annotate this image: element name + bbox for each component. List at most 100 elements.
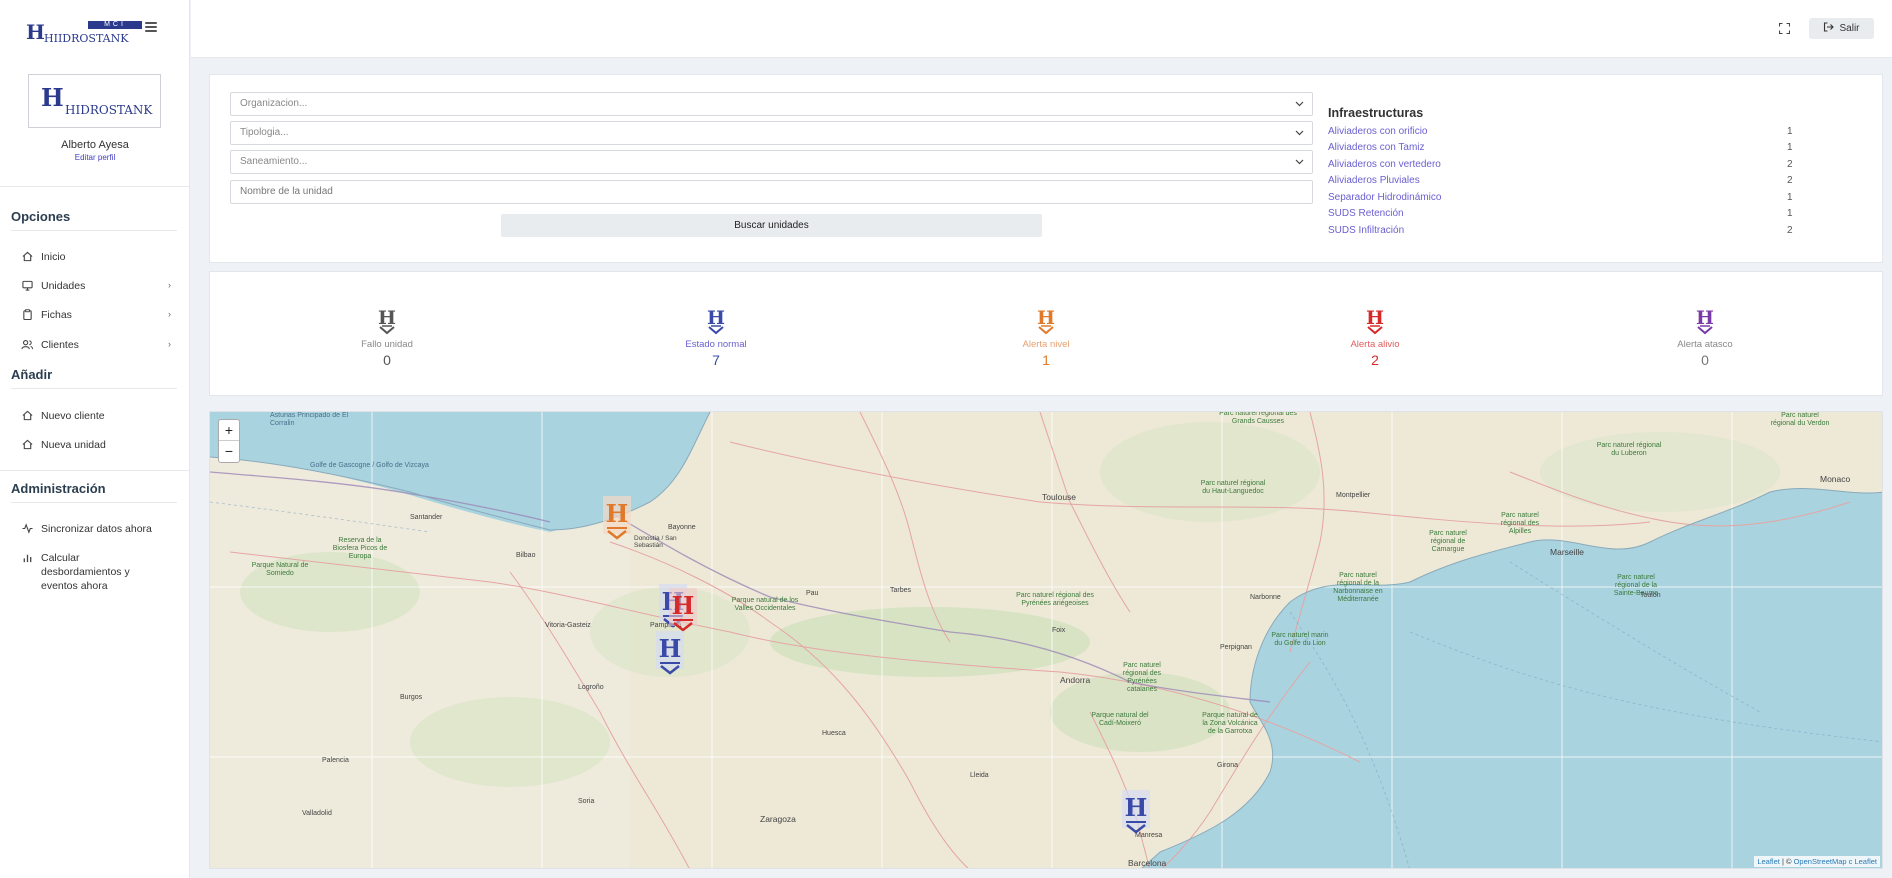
infra-link[interactable]: Aliviaderos con orificio [1328,126,1428,137]
map-label: Pau [806,590,819,597]
map-label: Marseille [1550,547,1585,557]
map-label: Parc naturel régional des Grands Causses [1219,411,1297,425]
infra-link[interactable]: Aliviaderos Pluviales [1328,175,1420,186]
infra-link[interactable]: SUDS Retención [1328,208,1404,219]
infra-link[interactable]: SUDS Infiltración [1328,225,1404,236]
map-label: Donostia / San Sebastián [634,535,677,549]
map-label: Vitoria-Gasteiz [545,622,591,629]
map-label: Reserva de la Biosfera Picos de Europa [332,537,388,560]
status-alerta-alivio[interactable]: H Alerta alivio 2 [1305,305,1445,368]
edit-profile-link[interactable]: Editar perfil [0,153,190,162]
map-marker-estado-normal[interactable]: H [1121,790,1151,836]
fullscreen-icon[interactable] [1778,22,1791,35]
infra-count: 1 [1787,208,1793,219]
logout-button[interactable]: Salir [1809,18,1874,39]
status-label: Alerta nivel [1022,339,1070,350]
map-label: Tarbes [890,587,912,594]
map-label: Parc naturel régional du Haut-Languedoc [1200,480,1266,495]
map-label: Soria [578,798,595,805]
infra-link[interactable]: Aliviaderos con Tamiz [1328,142,1425,153]
map-label: Burgos [400,694,423,701]
sidebar-item-label: Sincronizar datos ahora [41,523,152,535]
infra-row: Separador Hidrodinámico 1 [1328,192,1794,206]
divider [0,470,190,471]
map-label: Parc naturel régional de la Sainte-Baume [1613,574,1659,597]
home-icon [21,438,33,450]
monitor-icon [21,279,33,291]
leaflet-link[interactable]: Leaflet [1757,857,1780,866]
map-label: Santander [410,514,443,521]
sidebar-item-label: Unidades [41,280,86,292]
infra-link[interactable]: Aliviaderos con vertedero [1328,159,1441,170]
map-label: Monaco [1820,474,1851,484]
status-marker-icon: H [1035,305,1057,337]
profile-logo-mark: H [41,83,64,112]
infra-count: 2 [1787,175,1793,186]
map-label: Zaragoza [760,814,796,824]
infra-row: SUDS Infiltración 2 [1328,225,1794,239]
zoom-out-button[interactable]: − [219,441,239,462]
divider [11,502,177,503]
map-marker-estado-normal[interactable]: H [655,631,685,677]
infra-count: 2 [1787,225,1793,236]
sidebar-item-fichas[interactable]: Fichas › [21,308,171,326]
map-marker-alerta-nivel[interactable]: H [602,496,632,542]
status-estado-normal[interactable]: H Estado normal 7 [646,305,786,368]
zoom-in-button[interactable]: + [219,420,239,441]
saneamiento-select[interactable]: Saneamiento... [230,150,1313,174]
brand-logo-text: HIIDROSTANK [44,32,129,45]
map-label: Foix [1052,627,1066,634]
menu-toggle-icon[interactable] [145,22,157,32]
organizacion-select[interactable]: Organizacion... [230,92,1313,116]
sidebar-item-nueva-unidad[interactable]: Nueva unidad [21,438,171,456]
attribution-separator: | © [1779,857,1794,866]
organizacion-select-placeholder: Organizacion... [240,98,308,109]
tipologia-select[interactable]: Tipologia... [230,121,1313,145]
sidebar: H MCI HIIDROSTANK H HIDROSTANK Alberto A… [0,0,190,878]
infra-link[interactable]: Separador Hidrodinámico [1328,192,1441,203]
map-label: Perpignan [1220,644,1252,651]
status-alerta-atasco[interactable]: H Alerta atasco 0 [1635,305,1775,368]
leaflet-link[interactable]: Leaflet [1854,857,1877,866]
profile-logo-text: HIDROSTANK [65,103,153,117]
profile-logo: H HIDROSTANK [28,74,161,128]
activity-icon [21,522,33,534]
map-label: Narbonne [1250,594,1281,601]
status-fallo-unidad[interactable]: H Fallo unidad 0 [317,305,457,368]
home-icon [21,409,33,421]
map-label: Parque natural del Cadí-Moixeró [1091,712,1149,727]
svg-text:H: H [1125,793,1148,822]
map-label: Golfe de Gascogne / Golfo de Vizcaya [310,462,429,469]
search-units-button[interactable]: Buscar unidades [501,214,1042,237]
sidebar-item-unidades[interactable]: Unidades › [21,279,171,297]
status-marker-icon: H [1364,305,1386,337]
map-label: Parc naturel régional de Camargue [1429,530,1467,553]
unit-name-input[interactable]: Nombre de la unidad [230,180,1313,204]
status-alerta-nivel[interactable]: H Alerta nivel 1 [976,305,1116,368]
sidebar-item-clientes[interactable]: Clientes › [21,338,171,356]
sidebar-item-label: Fichas [41,309,72,321]
section-title-anadir: Añadir [11,367,53,382]
brand-logo[interactable]: H MCI HIIDROSTANK [26,20,142,46]
map-label: Parque Natural de Somiedo [251,562,309,577]
map-label: Lleida [970,772,989,779]
map[interactable]: Asturias Principado de El Corralin Toulo… [209,411,1883,869]
svg-text:H: H [659,634,682,663]
brand-logo-bar: MCI [88,21,142,29]
map-label: Bilbao [516,552,536,559]
chevron-right-icon: › [168,309,171,319]
brand-logo-mark: H [26,20,45,44]
osm-link[interactable]: OpenStreetMap c [1794,857,1853,866]
status-marker-icon: H [705,305,727,337]
sidebar-item-calcular[interactable]: Calcular desbordamientos y eventos ahora [21,551,171,593]
map-label: Girona [1217,762,1239,769]
infra-row: Aliviaderos con Tamiz 1 [1328,142,1794,156]
status-marker-icon: H [1694,305,1716,337]
logout-icon [1823,22,1835,35]
status-count: 2 [1371,352,1379,368]
map-zoom-control: + − [218,419,240,463]
map-marker-alerta-alivio[interactable]: H [668,588,698,634]
sidebar-item-nuevo-cliente[interactable]: Nuevo cliente [21,409,171,427]
sidebar-item-inicio[interactable]: Inicio [21,250,171,268]
sidebar-item-sincronizar[interactable]: Sincronizar datos ahora [21,522,171,540]
